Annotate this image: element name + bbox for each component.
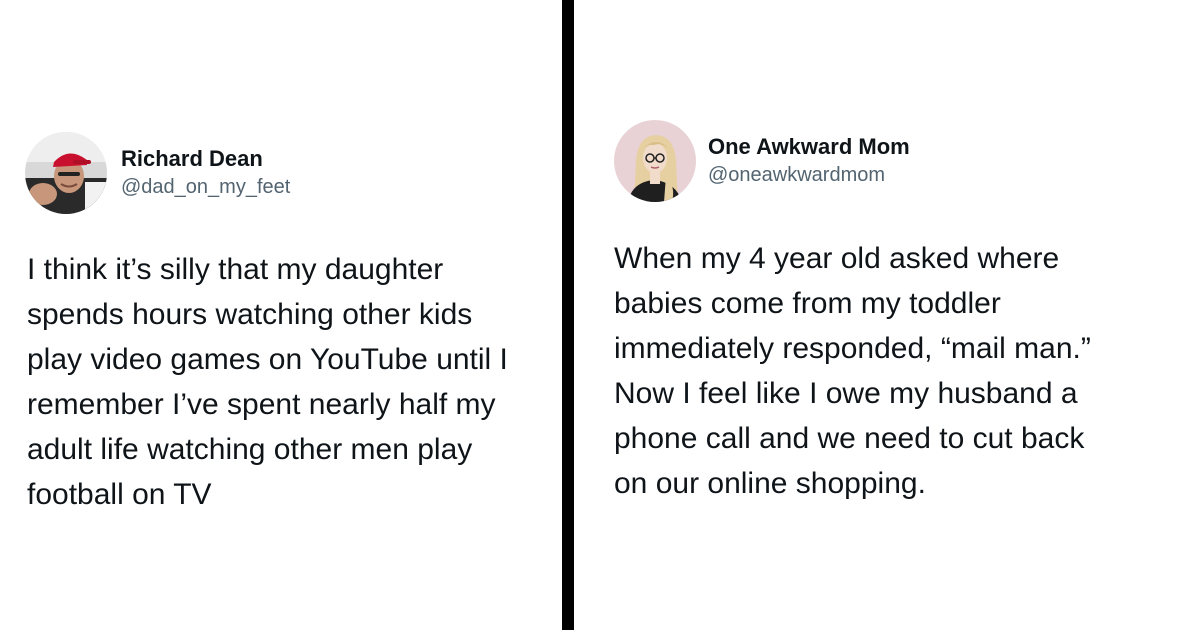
avatar[interactable] <box>25 132 107 214</box>
avatar[interactable] <box>614 120 696 202</box>
tweet-text: I think it’s silly that my daughter spen… <box>27 253 508 511</box>
tweet-card-left: Richard Dean @dad_on_my_feet I think it’… <box>0 0 562 630</box>
user-handle[interactable]: @dad_on_my_feet <box>121 176 290 199</box>
display-name[interactable]: One Awkward Mom <box>708 134 910 160</box>
display-name[interactable]: Richard Dean <box>121 146 263 172</box>
center-divider <box>562 0 574 630</box>
user-illustration-icon <box>614 120 696 202</box>
tweet-text: When my 4 year old asked where babies co… <box>614 242 1091 500</box>
tweet-card-right: One Awkward Mom @oneawkwardmom When my 4… <box>574 0 1200 630</box>
user-photo-icon <box>25 132 107 214</box>
user-handle[interactable]: @oneawkwardmom <box>708 164 885 187</box>
